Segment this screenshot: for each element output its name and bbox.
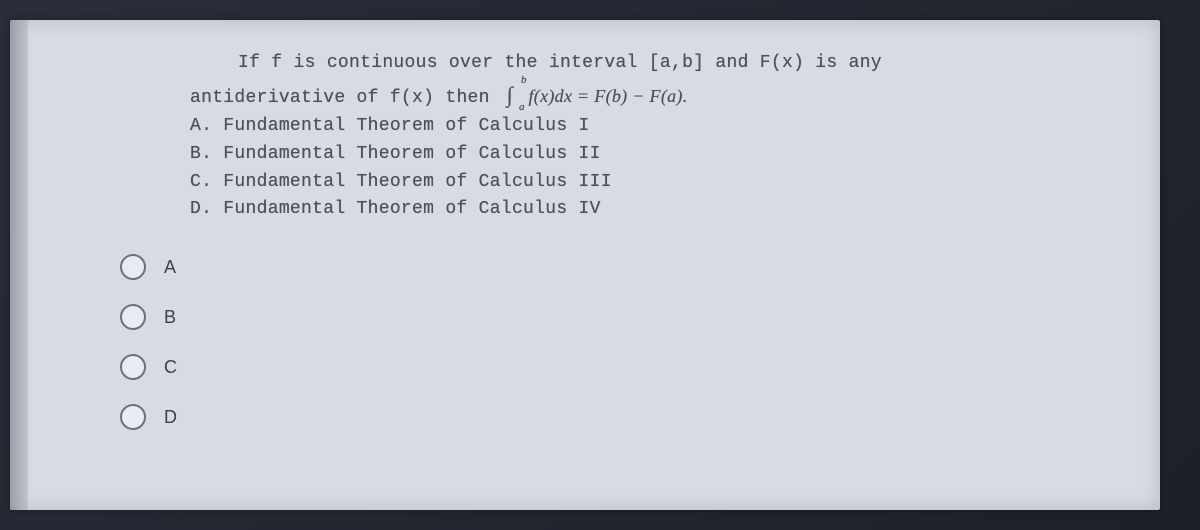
option-row-a[interactable]: A [120,254,1130,280]
radio-c[interactable] [120,354,146,380]
integral-lower-bound: a [519,99,525,116]
screen-frame: If f is continuous over the interval [a,… [10,20,1160,510]
question-line-2-prefix: antiderivative of f(x) then [190,88,501,108]
stem-option-d: D. Fundamental Theorem of Calculus IV [190,196,1130,224]
integral-formula: ∫ b a f(x)dx = F(b) − F(a). [501,86,688,106]
option-label-c: C [164,357,177,378]
stem-option-c: C. Fundamental Theorem of Calculus III [190,169,1130,197]
question-line-2: antiderivative of f(x) then ∫ b a f(x)dx… [190,78,1130,113]
stem-option-a: A. Fundamental Theorem of Calculus I [190,113,1130,141]
option-label-d: D [164,407,177,428]
integral-symbol: ∫ b a [501,78,519,112]
option-label-b: B [164,307,176,328]
equals-rhs: = F(b) − F(a). [572,86,687,106]
stem-option-b: B. Fundamental Theorem of Calculus II [190,141,1130,169]
radio-d[interactable] [120,404,146,430]
question-text-block: If f is continuous over the interval [a,… [90,50,1130,224]
radio-b[interactable] [120,304,146,330]
answer-options-group: A B C D [120,254,1130,430]
integral-upper-bound: b [521,72,527,89]
option-label-a: A [164,257,176,278]
option-row-c[interactable]: C [120,354,1130,380]
option-row-d[interactable]: D [120,404,1130,430]
option-row-b[interactable]: B [120,304,1130,330]
radio-a[interactable] [120,254,146,280]
integrand: f(x)dx [528,86,572,106]
question-line-1: If f is continuous over the interval [a,… [190,50,1130,78]
